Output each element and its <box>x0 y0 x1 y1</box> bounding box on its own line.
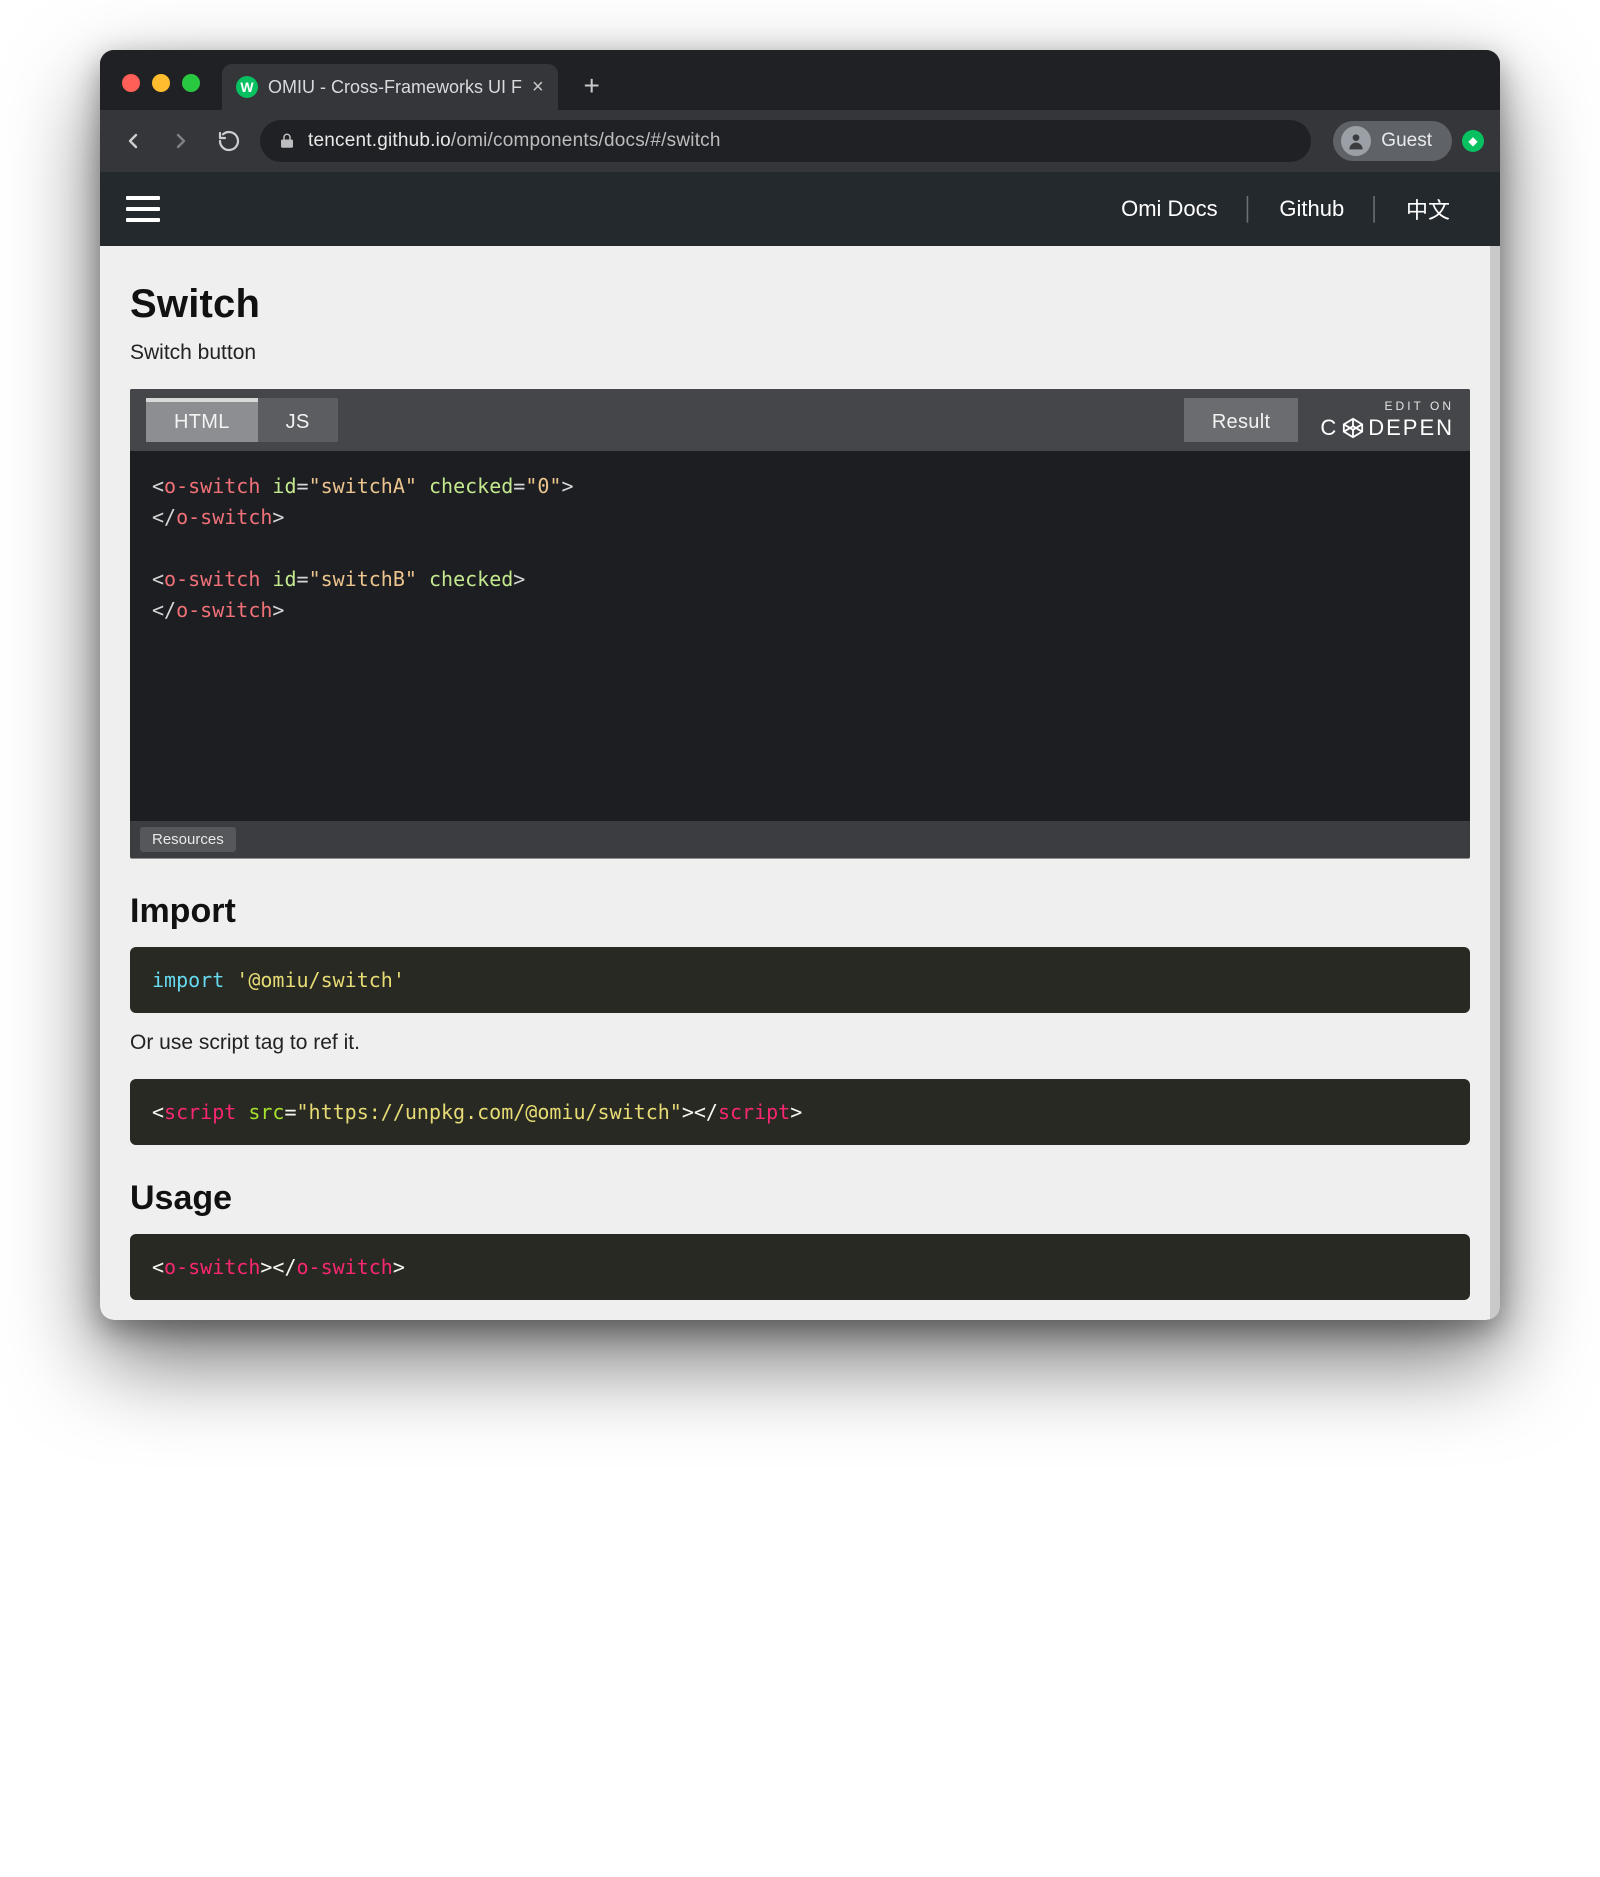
header-nav: Omi Docs │ Github │ 中文 <box>1097 193 1474 225</box>
page-title: Switch <box>130 282 1470 327</box>
nav-link-zh[interactable]: 中文 <box>1382 193 1474 225</box>
code-usage: <o-switch></o-switch> <box>130 1234 1470 1300</box>
nav-separator: │ <box>1242 196 1256 222</box>
new-tab-button[interactable]: + <box>572 66 612 106</box>
section-import-heading: Import <box>130 892 1470 931</box>
page-content: Switch Switch button HTML JS Result EDIT… <box>100 246 1500 1320</box>
codepen-embed: HTML JS Result EDIT ON CDEPEN <o-switch … <box>130 389 1470 858</box>
url-text: tencent.github.io/omi/components/docs/#/… <box>308 130 721 152</box>
tab-favicon-icon: W <box>236 76 258 98</box>
codepen-edit-label: EDIT ON <box>1385 399 1454 413</box>
nav-forward-button[interactable] <box>164 124 198 158</box>
browser-toolbar: tencent.github.io/omi/components/docs/#/… <box>100 110 1500 172</box>
extension-icon[interactable]: ◆ <box>1462 130 1484 152</box>
address-bar[interactable]: tencent.github.io/omi/components/docs/#/… <box>260 120 1311 162</box>
tab-close-icon[interactable]: × <box>532 76 544 99</box>
codepen-tab-html[interactable]: HTML <box>146 398 258 442</box>
codepen-code: <o-switch id="switchA" checked="0"> </o-… <box>130 451 1470 821</box>
codepen-footer: Resources <box>130 821 1470 858</box>
profile-guest-button[interactable]: Guest <box>1333 121 1452 161</box>
code-import: import '@omiu/switch' <box>130 947 1470 1013</box>
nav-reload-button[interactable] <box>212 124 246 158</box>
import-note: Or use script tag to ref it. <box>130 1031 1470 1055</box>
tab-title: OMIU - Cross-Frameworks UI F <box>268 77 522 98</box>
browser-tabstrip: W OMIU - Cross-Frameworks UI F × + <box>100 50 1500 110</box>
app-header: Omi Docs │ Github │ 中文 <box>100 172 1500 246</box>
lock-icon <box>278 132 296 150</box>
code-script-tag: <script src="https://unpkg.com/@omiu/swi… <box>130 1079 1470 1145</box>
menu-icon[interactable] <box>126 196 160 222</box>
codepen-tab-js[interactable]: JS <box>258 398 338 442</box>
codepen-tab-result[interactable]: Result <box>1184 398 1299 442</box>
section-usage-heading: Usage <box>130 1179 1470 1218</box>
window-minimize-icon[interactable] <box>152 74 170 92</box>
browser-window: W OMIU - Cross-Frameworks UI F × + tence… <box>100 50 1500 1320</box>
codepen-resources-button[interactable]: Resources <box>140 827 236 852</box>
window-close-icon[interactable] <box>122 74 140 92</box>
nav-link-omidocs[interactable]: Omi Docs <box>1097 196 1242 222</box>
window-controls <box>114 74 214 110</box>
codepen-brand[interactable]: EDIT ON CDEPEN <box>1320 399 1454 441</box>
app-root: Omi Docs │ Github │ 中文 Switch Switch but… <box>100 172 1500 1320</box>
nav-separator: │ <box>1368 196 1382 222</box>
codepen-logo: CDEPEN <box>1320 415 1454 441</box>
nav-back-button[interactable] <box>116 124 150 158</box>
window-zoom-icon[interactable] <box>182 74 200 92</box>
browser-tab[interactable]: W OMIU - Cross-Frameworks UI F × <box>222 64 558 110</box>
nav-link-github[interactable]: Github <box>1255 196 1368 222</box>
profile-label: Guest <box>1381 130 1432 152</box>
codepen-tabbar: HTML JS Result EDIT ON CDEPEN <box>130 389 1470 451</box>
page-subtitle: Switch button <box>130 341 1470 365</box>
avatar-icon <box>1341 126 1371 156</box>
